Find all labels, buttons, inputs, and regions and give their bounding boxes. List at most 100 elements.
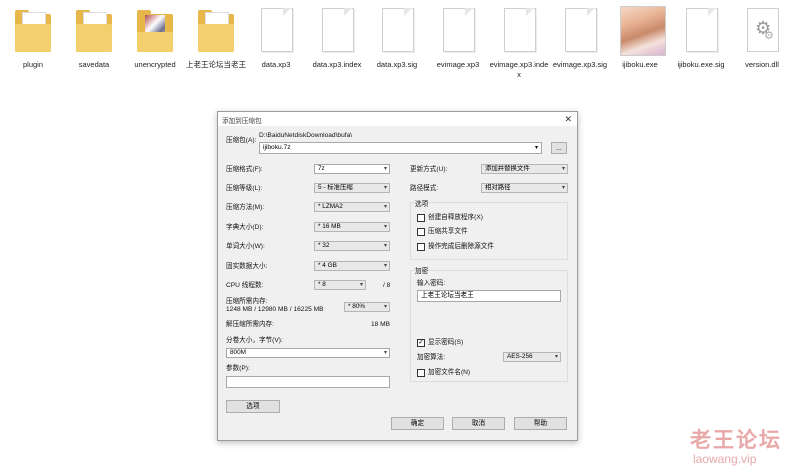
shared-checkbox[interactable]: [417, 228, 425, 236]
archive-label: 压缩包(A):: [226, 137, 257, 144]
chevron-down-icon: ▾: [561, 185, 565, 191]
chevron-down-icon: ▾: [383, 224, 387, 230]
help-button[interactable]: 帮助: [514, 417, 567, 430]
split-label: 分卷大小，字节(V):: [226, 337, 283, 344]
level-value: 5 - 标准压缩: [318, 184, 353, 191]
params-input[interactable]: [226, 376, 390, 388]
file-label: ijiboku.exe: [622, 60, 658, 69]
chevron-down-icon: ▾: [554, 354, 558, 360]
threads-value: * 8: [318, 281, 326, 288]
folder-icon: [196, 6, 236, 54]
archive-path: D:\BaiduNetdiskDownload\bufa\: [259, 132, 353, 139]
encryption-group-title: 加密: [415, 268, 429, 275]
decomp-label: 解压缩所需内存:: [226, 321, 274, 328]
file-label: data.xp3.sig: [376, 60, 418, 69]
password-label: 输入密码:: [417, 280, 446, 287]
update-select[interactable]: 添加并替换文件 ▾: [481, 164, 568, 174]
chevron-down-icon: ▾: [383, 166, 387, 172]
path-mode-label: 路径模式:: [410, 185, 439, 192]
chevron-down-icon: ▾: [383, 185, 387, 191]
threads-select[interactable]: * 8 ▾: [314, 280, 366, 290]
split-select[interactable]: 800M ▾: [226, 348, 390, 358]
mem-detail: 1248 MB / 12980 MB / 16225 MB: [226, 306, 324, 313]
level-label: 压缩等级(L):: [226, 185, 263, 192]
file-item-unencrypted[interactable]: unencrypted: [124, 6, 186, 70]
file-label: plugin: [22, 60, 44, 69]
document-icon: [681, 6, 721, 54]
file-item-evimage-xp3-sig[interactable]: evimage.xp3.sig: [549, 6, 611, 70]
solid-select[interactable]: * 4 GB ▾: [314, 261, 390, 271]
chevron-down-icon: ▾: [383, 263, 387, 269]
archive-name-value: ijiboku.7z: [263, 144, 291, 151]
gear-icon: ⚙ ⚙: [742, 6, 782, 54]
update-value: 添加并替换文件: [485, 165, 530, 172]
folder-icon: [74, 6, 114, 54]
level-select[interactable]: 5 - 标准压缩 ▾: [314, 183, 390, 193]
document-icon: [377, 6, 417, 54]
close-icon[interactable]: ✕: [564, 113, 572, 125]
method-label: 压缩方法(M):: [226, 204, 265, 211]
options-group-title: 选项: [415, 201, 429, 208]
file-label: 上老王论坛当老王: [186, 60, 246, 69]
encrypt-names-checkbox[interactable]: [417, 369, 425, 377]
file-item-data-xp3[interactable]: data.xp3: [245, 6, 307, 70]
solid-value: * 4 GB: [318, 262, 337, 269]
dict-select[interactable]: * 16 MB ▾: [314, 222, 390, 232]
file-label: data.xp3: [261, 60, 291, 69]
method-select[interactable]: * LZMA2 ▾: [314, 202, 390, 212]
document-icon: [499, 6, 539, 54]
anime-app-icon: [620, 6, 666, 56]
format-select[interactable]: 7z ▾: [314, 164, 390, 174]
chevron-down-icon: ▾: [383, 350, 387, 356]
enc-method-select[interactable]: AES-256 ▾: [503, 352, 561, 362]
document-icon: [438, 6, 478, 54]
archive-name-input[interactable]: ijiboku.7z ▾: [259, 142, 542, 154]
file-item-plugin[interactable]: plugin: [2, 6, 64, 70]
watermark-title: 老王论坛: [690, 429, 782, 452]
format-label: 压缩格式(F):: [226, 166, 263, 173]
file-item-laowang-folder[interactable]: 上老王论坛当老王: [185, 6, 247, 70]
options-button[interactable]: 选项: [226, 400, 280, 413]
folder-icon: [13, 6, 53, 54]
threads-label: CPU 线程数:: [226, 282, 264, 289]
cancel-button[interactable]: 取消: [452, 417, 505, 430]
file-icon-grid: plugin savedata unencrypted 上老王论坛当老王 dat…: [0, 0, 800, 95]
file-label: version.dll: [745, 60, 779, 69]
mem-select[interactable]: * 80% ▾: [344, 302, 390, 312]
file-item-data-xp3-sig[interactable]: data.xp3.sig: [366, 6, 428, 70]
word-select[interactable]: * 32 ▾: [314, 241, 390, 251]
method-value: * LZMA2: [318, 203, 343, 210]
chevron-down-icon: ▾: [383, 204, 387, 210]
file-label: savedata: [78, 60, 110, 69]
split-value: 800M: [230, 349, 246, 356]
update-label: 更新方式(U):: [410, 166, 448, 173]
file-item-version-dll[interactable]: ⚙ ⚙ version.dll: [731, 6, 793, 70]
ok-button[interactable]: 确定: [391, 417, 444, 430]
params-label: 参数(P):: [226, 365, 250, 372]
delete-checkbox[interactable]: [417, 243, 425, 251]
file-label: data.xp3.index: [312, 60, 362, 69]
sfx-checkbox[interactable]: [417, 214, 425, 222]
file-item-ijiboku-exe[interactable]: ijiboku.exe: [609, 6, 671, 70]
password-input[interactable]: 上老王论坛当老王: [417, 290, 561, 302]
file-item-data-xp3-index[interactable]: data.xp3.index: [306, 6, 368, 70]
document-icon: [560, 6, 600, 54]
show-password-label: 显示密码(S): [428, 339, 464, 346]
chevron-down-icon: ▾: [383, 243, 387, 249]
sfx-label: 创建自释放程序(X): [428, 214, 483, 221]
file-item-evimage-xp3[interactable]: evimage.xp3: [427, 6, 489, 70]
file-label: ijiboku.exe.sig: [677, 60, 725, 69]
file-item-evimage-xp3-index[interactable]: evimage.xp3.index: [488, 6, 550, 79]
enc-method-value: AES-256: [507, 353, 533, 360]
path-mode-select[interactable]: 相对路径 ▾: [481, 183, 568, 193]
dict-value: * 16 MB: [318, 223, 341, 230]
file-label: evimage.xp3.sig: [552, 60, 608, 69]
file-item-ijiboku-exe-sig[interactable]: ijiboku.exe.sig: [670, 6, 732, 70]
path-mode-value: 相对路径: [485, 184, 511, 191]
chevron-down-icon: ▾: [561, 166, 565, 172]
show-password-checkbox[interactable]: ✓: [417, 339, 425, 347]
browse-button[interactable]: ...: [551, 142, 567, 154]
folder-image-icon: [135, 6, 175, 54]
file-item-savedata[interactable]: savedata: [63, 6, 125, 70]
document-icon: [256, 6, 296, 54]
